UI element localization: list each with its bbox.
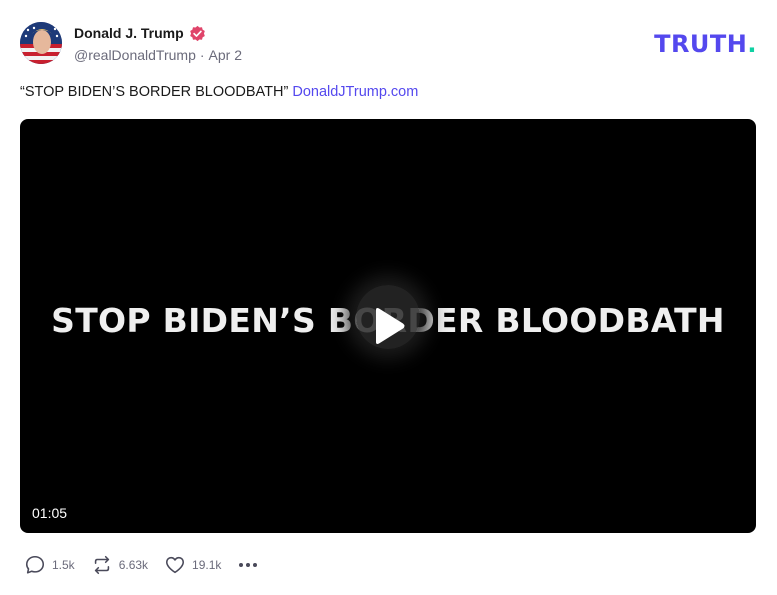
video-player[interactable]: STOP BIDEN’S BORDER BLOODBATH 01:05	[20, 119, 756, 533]
avatar[interactable]	[20, 22, 62, 64]
author-block: Donald J. Trump @realDonaldTrump · Apr 2	[74, 24, 242, 63]
retruth-count: 6.63k	[118, 558, 149, 572]
post-link[interactable]: DonaldJTrump.com	[292, 84, 418, 100]
post-header: Donald J. Trump @realDonaldTrump · Apr 2…	[20, 22, 757, 66]
retruth-arrows-icon	[94, 555, 109, 575]
author-handle[interactable]: @realDonaldTrump	[74, 47, 196, 63]
reply-count: 1.5k	[52, 558, 75, 572]
like-button[interactable]: 19.1k	[164, 554, 221, 576]
author-name-row: Donald J. Trump	[74, 24, 242, 42]
retruth-button[interactable]: 6.63k	[91, 554, 148, 576]
heart-icon	[166, 556, 185, 574]
more-dots-icon	[239, 563, 258, 567]
meta-separator: ·	[199, 47, 205, 63]
like-count: 19.1k	[192, 558, 222, 572]
author-name[interactable]: Donald J. Trump	[74, 25, 184, 41]
video-duration: 01:05	[32, 505, 68, 521]
more-button[interactable]	[237, 554, 259, 576]
post-meta: @realDonaldTrump · Apr 2	[74, 47, 242, 63]
avatar-image	[20, 22, 62, 64]
logo-text: TRUTH	[654, 30, 748, 58]
post-text: “STOP BIDEN’S BORDER BLOODBATH” DonaldJT…	[20, 84, 418, 100]
verified-badge-icon	[189, 25, 205, 41]
reply-button[interactable]: 1.5k	[24, 554, 75, 576]
play-icon[interactable]	[372, 307, 406, 345]
post-body: “STOP BIDEN’S BORDER BLOODBATH”	[20, 84, 289, 100]
post-date[interactable]: Apr 2	[209, 47, 242, 63]
truth-logo[interactable]: TRUTH.	[654, 30, 757, 58]
logo-dot: .	[747, 30, 757, 58]
reply-bubble-icon	[25, 555, 45, 574]
post-actions: 1.5k 6.63k 19.1k	[24, 553, 259, 577]
